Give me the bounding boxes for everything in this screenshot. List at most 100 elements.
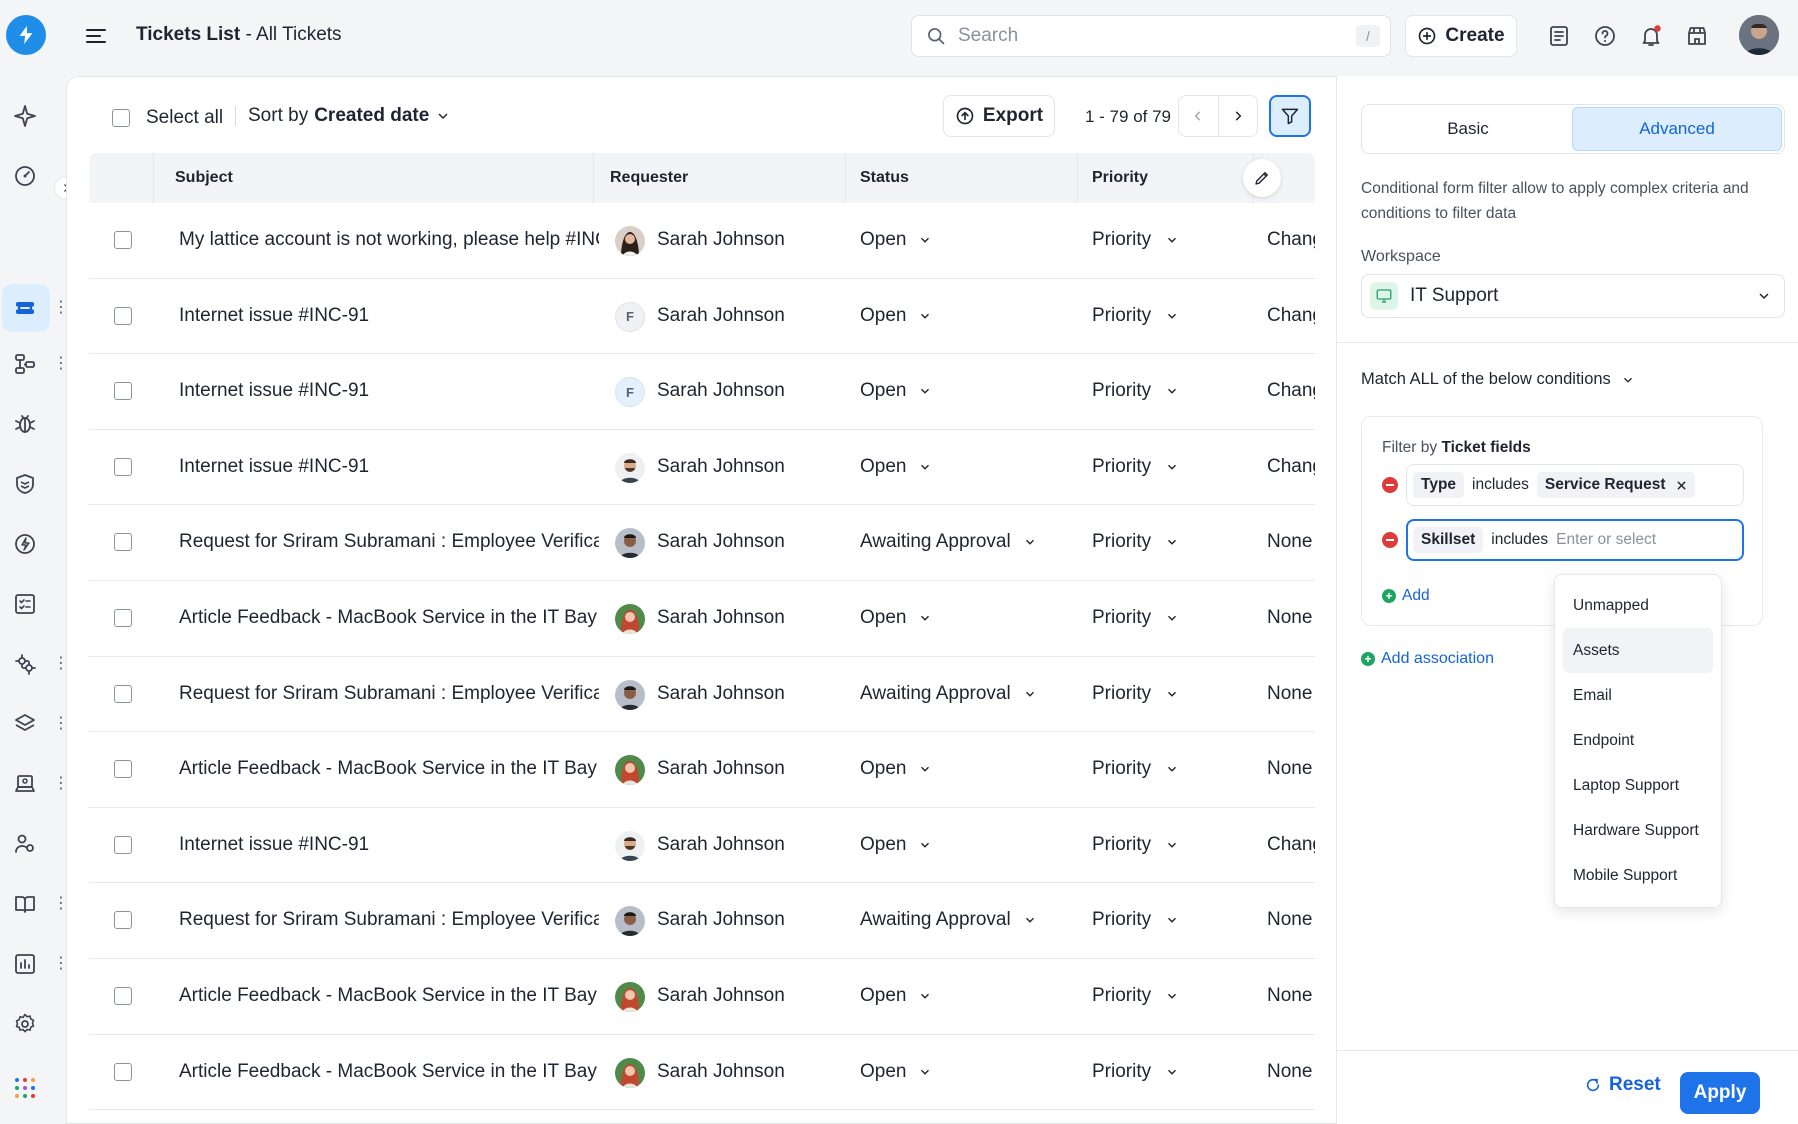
global-search[interactable]: Search / [911,15,1391,57]
tickets-icon[interactable] [13,296,37,320]
table-row[interactable]: Request for Sriram Subramani : Employee … [89,657,1315,733]
dropdown-option[interactable]: Laptop Support [1563,763,1713,808]
prev-page-button[interactable] [1179,96,1219,136]
edit-columns-button[interactable] [1243,159,1281,197]
condition-operator[interactable]: includes [1472,476,1529,494]
table-row[interactable]: Article Feedback - MacBook Service in th… [89,732,1315,808]
table-row[interactable]: Article Feedback - MacBook Service in th… [89,581,1315,657]
priority-dropdown[interactable]: Priority [1092,380,1179,402]
tasks-checklist-icon[interactable] [13,592,37,616]
workspace-select[interactable]: IT Support [1361,274,1785,318]
knowledge-more-icon[interactable]: ⋮ [53,896,69,912]
user-avatar[interactable] [1739,15,1779,55]
table-row[interactable]: Internet issue #INC-91 Sarah Johnson Ope… [89,808,1315,884]
row-checkbox[interactable] [114,1062,132,1081]
priority-dropdown[interactable]: Priority [1092,909,1179,931]
reports-more-icon[interactable]: ⋮ [53,956,69,972]
column-header-status[interactable]: Status [860,153,909,203]
knowledge-book-icon[interactable] [13,892,37,916]
dropdown-option[interactable]: Assets [1563,628,1713,673]
status-dropdown[interactable]: Awaiting Approval [860,531,1037,553]
admin-more-icon[interactable]: ⋮ [53,656,69,672]
row-checkbox[interactable] [114,760,132,779]
create-button[interactable]: Create [1405,15,1517,57]
next-page-button[interactable] [1219,96,1258,136]
close-icon[interactable] [1676,480,1687,491]
tickets-more-icon[interactable]: ⋮ [53,300,69,316]
ticket-subject[interactable]: Article Feedback - MacBook Service in th… [179,607,599,629]
extra-column-value[interactable]: None [1267,531,1315,553]
remove-condition-icon[interactable] [1382,532,1398,548]
ticket-subject[interactable]: Article Feedback - MacBook Service in th… [179,758,599,780]
dropdown-option[interactable]: Email [1563,673,1713,718]
filter-toggle-button[interactable] [1269,95,1311,137]
extra-column-value[interactable]: None [1267,758,1315,780]
condition-skillset[interactable]: Skillset includes Enter or select [1406,519,1744,561]
export-button[interactable]: Export [943,95,1055,137]
ticket-subject[interactable]: My lattice account is not working, pleas… [179,229,599,251]
table-row[interactable]: Internet issue #INC-91 F Sarah Johnson O… [89,354,1315,430]
table-row[interactable]: Request for Sriram Subramani : Employee … [89,505,1315,581]
row-checkbox[interactable] [114,457,132,476]
row-checkbox[interactable] [114,231,132,249]
ticket-subject[interactable]: Internet issue #INC-91 [179,305,599,327]
column-header-priority[interactable]: Priority [1092,153,1148,203]
add-association-link[interactable]: + Add association [1361,650,1494,668]
priority-dropdown[interactable]: Priority [1092,758,1179,780]
ticket-subject[interactable]: Request for Sriram Subramani : Employee … [179,683,599,705]
reports-chart-icon[interactable] [13,952,37,976]
status-dropdown[interactable]: Awaiting Approval [860,683,1037,705]
priority-dropdown[interactable]: Priority [1092,305,1179,327]
dropdown-option[interactable]: Endpoint [1563,718,1713,763]
extra-column-value[interactable]: Change [1267,229,1315,251]
notification-bell-icon[interactable] [1639,24,1663,48]
status-dropdown[interactable]: Open [860,229,932,251]
condition-type[interactable]: Type includes Service Request [1406,464,1744,506]
assets-more-icon[interactable]: ⋮ [53,716,69,732]
status-dropdown[interactable]: Open [860,758,932,780]
priority-dropdown[interactable]: Priority [1092,834,1179,856]
users-icon[interactable] [13,832,37,856]
reset-button[interactable]: Reset [1585,1074,1661,1096]
extra-column-value[interactable]: Change [1267,834,1315,856]
releases-bolt-icon[interactable] [13,532,37,556]
status-dropdown[interactable]: Open [860,834,932,856]
apps-grid-icon[interactable] [13,1076,37,1100]
problems-bug-icon[interactable] [13,412,37,436]
table-row[interactable]: Internet issue #INC-91 F Sarah Johnson O… [89,279,1315,355]
row-checkbox[interactable] [114,911,132,930]
status-dropdown[interactable]: Open [860,1061,932,1083]
table-row[interactable]: Internet issue #INC-91 Sarah Johnson Ope… [89,430,1315,506]
condition-operator[interactable]: includes [1491,531,1548,549]
status-dropdown[interactable]: Awaiting Approval [860,909,1037,931]
row-checkbox[interactable] [114,533,132,552]
menu-toggle-icon[interactable] [84,24,108,48]
sort-dropdown[interactable]: Sort by Created date [248,105,451,127]
ticket-subject[interactable]: Article Feedback - MacBook Service in th… [179,985,599,1007]
apply-button[interactable]: Apply [1680,1072,1760,1114]
extra-column-value[interactable]: None [1267,985,1315,1007]
condition-value-input[interactable]: Enter or select [1556,531,1656,549]
extra-column-value[interactable]: None [1267,909,1315,931]
add-condition-link[interactable]: + Add [1382,587,1430,605]
select-all[interactable]: Select all [112,107,223,129]
help-icon[interactable] [1593,24,1617,48]
ticket-subject[interactable]: Internet issue #INC-91 [179,456,599,478]
row-checkbox[interactable] [114,986,132,1005]
extra-column-value[interactable]: None [1267,1061,1315,1083]
priority-dropdown[interactable]: Priority [1092,229,1179,251]
table-row[interactable]: Article Feedback - MacBook Service in th… [89,1035,1315,1111]
row-checkbox[interactable] [114,835,132,854]
priority-dropdown[interactable]: Priority [1092,985,1179,1007]
ticket-subject[interactable]: Request for Sriram Subramani : Employee … [179,909,599,931]
dropdown-option[interactable]: Unmapped [1563,583,1713,628]
tab-basic[interactable]: Basic [1364,107,1572,151]
tab-advanced[interactable]: Advanced [1572,107,1782,151]
extra-column-value[interactable]: Change [1267,456,1315,478]
table-row[interactable]: Request for Sriram Subramani : Employee … [89,883,1315,959]
dropdown-option[interactable]: Mobile Support [1563,853,1713,898]
ai-sparkle-icon[interactable] [13,104,37,128]
app-logo[interactable] [6,15,46,55]
settings-gear-icon[interactable] [13,1012,37,1036]
table-row[interactable]: Article Feedback - MacBook Service in th… [89,959,1315,1035]
